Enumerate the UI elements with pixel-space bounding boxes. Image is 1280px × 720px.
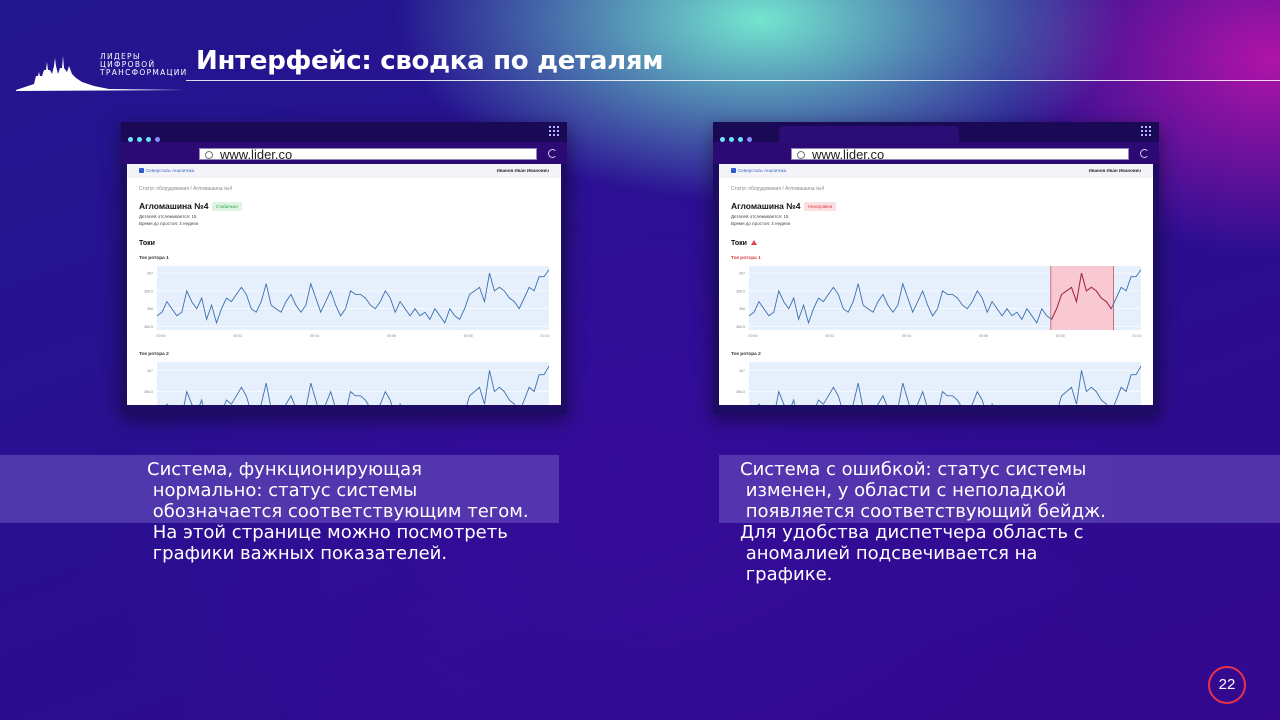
section-title: Токи [139,240,155,247]
chart-label-rotor-2: Ток ротора 2 [731,352,761,357]
chart-rotor-1[interactable]: 365.5 366 366.5 367 00:00 00:02 00:04 00:06 00:0… [727,262,1147,340]
y-tick-label: 367 [147,272,153,276]
apps-grid-icon[interactable] [1141,126,1151,136]
x-tick-label: 00:02 [825,334,834,338]
url-field[interactable]: www.lider.co [199,147,537,162]
chart-label-rotor-1: Ток ротора 1 [731,256,761,261]
browser-tab[interactable] [779,126,959,142]
section-title: Токи [731,240,757,247]
x-tick-label: 00:06 [979,334,988,338]
brand-icon [139,168,144,173]
logo-text: ЛИДЕРЫ ЦИФРОВОЙ ТРАНСФОРМАЦИИ [100,52,188,77]
address-bar-row: www.lider.co [713,142,1159,164]
chart-rotor-2[interactable]: 366.5 367 [727,358,1147,405]
reload-icon[interactable] [548,149,557,158]
chart-rotor-2[interactable]: 366.5 367 [135,358,555,405]
web-page: Северсталь Аналитика Иванов Иван Иванови… [719,164,1153,405]
x-tick-label: 00:04 [310,334,319,338]
breadcrumb[interactable]: Статус оборудования / Агломашина №4 [139,186,232,192]
browser-titlebar [713,122,1159,142]
browser-window-error: www.lider.co Северсталь Аналитика Иванов… [713,122,1159,414]
x-tick-label: 00:08 [1056,334,1065,338]
chart-label-rotor-2: Ток ротора 2 [139,352,169,357]
y-tick-label: 367 [739,369,745,373]
app-header: Северсталь Аналитика Иванов Иван Иванови… [719,164,1153,178]
y-tick-label: 366.5 [144,289,153,293]
machine-meta: Деталей отслеживается: 15 Время до прост… [139,214,199,226]
warning-icon [750,240,757,245]
app-logo[interactable]: Северсталь Аналитика [731,168,786,173]
app-header: Северсталь Аналитика Иванов Иван Иванови… [127,164,561,178]
x-tick-label: 00:10 [541,334,550,338]
url-text: www.lider.co [220,147,293,162]
y-tick-label: 367 [147,369,153,373]
slide-title: Интерфейс: сводка по деталям [196,46,664,76]
plot-area [749,362,1141,405]
title-divider [186,80,1280,81]
plot-area [157,362,549,405]
x-tick-label: 00:06 [387,334,396,338]
app-logo[interactable]: Северсталь Аналитика [139,168,194,173]
y-tick-label: 366 [739,307,745,311]
x-tick-label: 00:10 [1133,334,1142,338]
y-tick-label: 367 [739,272,745,276]
web-page: Северсталь Аналитика Иванов Иван Иванови… [127,164,561,405]
browser-window-normal: www.lider.co Северсталь Аналитика Иванов… [121,122,567,414]
y-tick-label: 366.5 [736,289,745,293]
browser-titlebar [121,122,567,142]
address-bar-row: www.lider.co [121,142,567,164]
x-tick-label: 00:08 [464,334,473,338]
status-badge: Неисправна [804,202,837,211]
url-field[interactable]: www.lider.co [791,147,1129,162]
caption-error-system: Система с ошибкой: статус системы измене… [740,459,1106,585]
y-tick-label: 366 [147,307,153,311]
y-tick-label: 366.5 [736,390,745,394]
chart-label-rotor-1: Ток ротора 1 [139,256,169,261]
x-tick-label: 00:00 [749,334,758,338]
reload-icon[interactable] [1140,149,1149,158]
y-tick-label: 366.5 [144,390,153,394]
machine-title: Агломашина №4 [139,201,209,211]
lock-icon [797,151,805,159]
status-badge: Стабильно [212,202,242,211]
user-name[interactable]: Иванов Иван Иванович [497,168,549,173]
url-text: www.lider.co [812,147,885,162]
x-tick-label: 00:04 [902,334,911,338]
apps-grid-icon[interactable] [549,126,559,136]
user-name[interactable]: Иванов Иван Иванович [1089,168,1141,173]
y-tick-label: 365.5 [736,325,745,329]
machine-meta: Деталей отслеживается: 15 Время до прост… [731,214,791,226]
lock-icon [205,151,213,159]
page-number: 22 [1208,666,1246,704]
breadcrumb[interactable]: Статус оборудования / Агломашина №4 [731,186,824,192]
x-tick-label: 00:00 [157,334,166,338]
machine-title: Агломашина №4 [731,201,801,211]
y-tick-label: 365.5 [144,325,153,329]
x-tick-label: 00:02 [233,334,242,338]
caption-normal-system: Система, функционирующая нормально: стат… [147,459,529,564]
brand-icon [731,168,736,173]
chart-rotor-1[interactable]: 365.5 366 366.5 367 00:00 00:02 00:04 00:06 00:0… [135,262,555,340]
